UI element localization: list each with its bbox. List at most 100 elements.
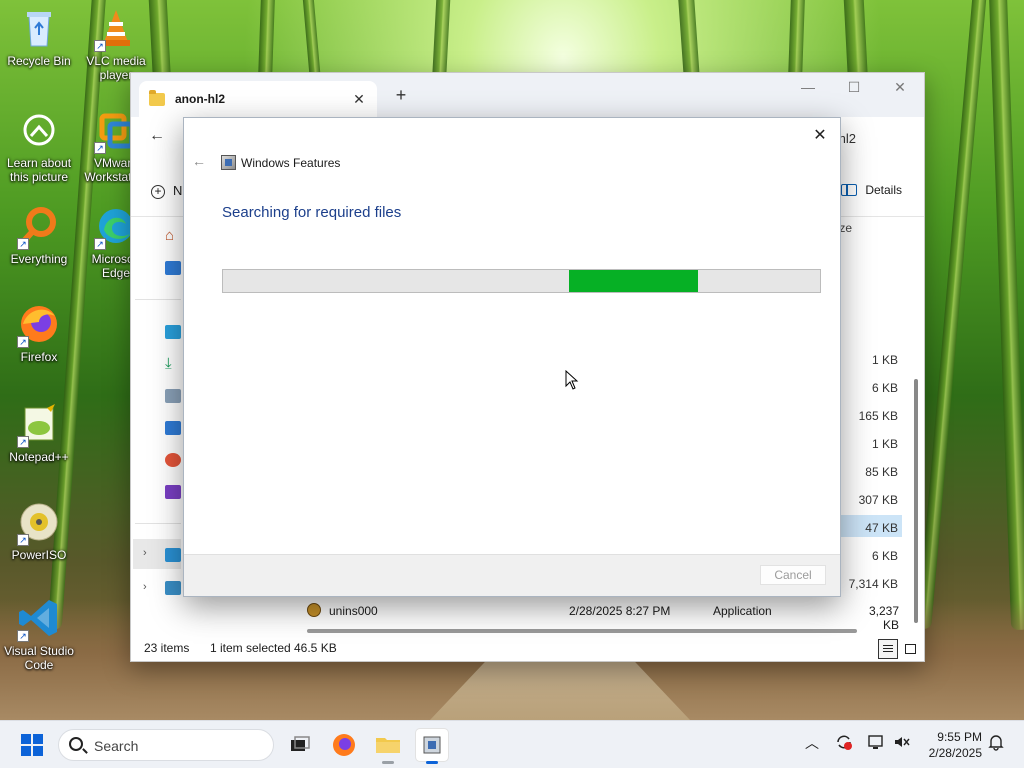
new-button-label: N bbox=[173, 183, 183, 198]
progress-bar bbox=[222, 269, 821, 293]
selection-count: 1 item selected bbox=[210, 641, 291, 655]
vlc-cone-icon: ↗ bbox=[94, 6, 138, 52]
firefox-desktop-icon[interactable]: ↗ Firefox bbox=[1, 302, 77, 364]
shortcut-arrow-icon: ↗ bbox=[94, 238, 106, 250]
desktop-icon-label: Visual Studio Code bbox=[4, 644, 74, 672]
status-bar: 23 items 1 item selected 46.5 KB bbox=[131, 637, 924, 661]
progress-bar-fill bbox=[569, 270, 698, 292]
everything-desktop-icon[interactable]: ↗ Everything bbox=[1, 204, 77, 266]
details-button[interactable]: Details bbox=[841, 183, 902, 197]
clock-time: 9:55 PM bbox=[937, 730, 982, 744]
task-view-button[interactable] bbox=[284, 729, 316, 761]
shortcut-arrow-icon: ↗ bbox=[94, 142, 106, 154]
vscode-desktop-icon[interactable]: ↗ Visual Studio Code bbox=[1, 596, 77, 672]
chevron-right-icon[interactable]: › bbox=[143, 581, 147, 593]
recycle-bin-icon bbox=[17, 6, 61, 50]
desktop-icon-label: PowerISO bbox=[11, 548, 67, 562]
details-label: Details bbox=[865, 183, 902, 197]
tiles-view-button[interactable] bbox=[900, 639, 920, 659]
volume-muted-icon[interactable] bbox=[892, 733, 912, 754]
close-tab-icon[interactable]: ✕ bbox=[347, 91, 371, 108]
new-tab-button[interactable]: + bbox=[389, 85, 413, 106]
size-column-header[interactable]: ze bbox=[839, 221, 852, 235]
show-hidden-icons-chevron-up-icon[interactable]: ︿ bbox=[802, 733, 822, 753]
desktop-icon-label: Everything bbox=[10, 252, 68, 266]
downloads-icon[interactable]: ⤓ bbox=[165, 356, 181, 371]
desktop-icon-label: Learn about this picture bbox=[6, 156, 72, 184]
item-count: 23 items bbox=[144, 641, 190, 655]
back-arrow-icon: ← bbox=[192, 153, 206, 169]
pictures-icon[interactable] bbox=[165, 421, 181, 435]
shortcut-arrow-icon: ↗ bbox=[17, 630, 29, 642]
explorer-tab[interactable]: anon-hl2 ✕ bbox=[139, 81, 377, 117]
folder-icon bbox=[149, 89, 165, 106]
learn-about-picture-icon bbox=[17, 108, 61, 152]
vertical-scrollbar[interactable] bbox=[914, 379, 918, 623]
file-row-unins000[interactable]: unins000 2/28/2025 8:27 PM Application 3… bbox=[307, 601, 907, 632]
active-indicator bbox=[426, 761, 438, 764]
minimize-button[interactable]: — bbox=[788, 79, 828, 103]
file-date: 2/28/2025 8:27 PM bbox=[569, 604, 671, 618]
dialog-heading: Searching for required files bbox=[222, 204, 402, 221]
vscode-icon: ↗ bbox=[17, 596, 61, 642]
plus-circle-icon: + bbox=[151, 185, 165, 199]
chevron-right-icon[interactable]: › bbox=[143, 547, 147, 559]
notepadpp-desktop-icon[interactable]: ↗ Notepad++ bbox=[1, 402, 77, 464]
desktop-icon-label: Recycle Bin bbox=[7, 54, 71, 68]
everything-search-icon: ↗ bbox=[17, 204, 61, 250]
shortcut-arrow-icon: ↗ bbox=[17, 534, 29, 546]
explorer-titlebar[interactable]: anon-hl2 ✕ + — ☐ ✕ bbox=[131, 73, 924, 117]
file-type: Application bbox=[713, 604, 772, 618]
vlc-desktop-icon[interactable]: ↗ VLC media player bbox=[78, 6, 154, 82]
music-icon[interactable] bbox=[165, 453, 181, 467]
details-view-button[interactable] bbox=[878, 639, 898, 659]
address-path[interactable]: hl2 bbox=[839, 131, 856, 146]
update-status-icon[interactable] bbox=[834, 733, 854, 754]
windows-features-dialog[interactable]: ✕ ← Windows Features Searching for requi… bbox=[183, 117, 841, 597]
desktop-folder-icon[interactable] bbox=[165, 325, 181, 339]
new-button[interactable]: + N bbox=[151, 183, 182, 199]
selection-size: 46.5 KB bbox=[294, 641, 337, 655]
search-placeholder: Search bbox=[94, 738, 139, 754]
system-clock[interactable]: 9:55 PM 2/28/2025 bbox=[929, 729, 982, 761]
details-pane-icon bbox=[841, 184, 858, 196]
application-icon bbox=[307, 603, 321, 617]
notepadpp-icon: ↗ bbox=[17, 402, 61, 448]
network-icon[interactable] bbox=[866, 733, 886, 754]
recycle-bin-desktop-icon[interactable]: Recycle Bin bbox=[1, 6, 77, 68]
poweriso-desktop-icon[interactable]: ↗ PowerISO bbox=[1, 500, 77, 562]
maximize-button[interactable]: ☐ bbox=[834, 79, 874, 103]
file-name: unins000 bbox=[329, 604, 378, 618]
windows-features-app-icon bbox=[221, 155, 236, 170]
dialog-title: Windows Features bbox=[241, 156, 341, 170]
close-icon[interactable]: ✕ bbox=[808, 124, 832, 148]
desktop-icon-label: Notepad++ bbox=[9, 450, 69, 464]
desktop-icon-label: Firefox bbox=[20, 350, 58, 364]
back-arrow-icon[interactable]: ← bbox=[149, 127, 165, 145]
learn-about-picture-desktop-icon[interactable]: Learn about this picture bbox=[1, 108, 77, 184]
home-icon[interactable]: ⌂ bbox=[165, 228, 181, 243]
close-window-button[interactable]: ✕ bbox=[880, 79, 920, 103]
this-pc-icon[interactable] bbox=[165, 548, 181, 562]
tab-title: anon-hl2 bbox=[175, 92, 225, 106]
shortcut-arrow-icon: ↗ bbox=[17, 336, 29, 348]
cancel-button[interactable]: Cancel bbox=[760, 565, 826, 585]
file-size: 3,237 KB bbox=[868, 604, 899, 632]
clock-date: 2/28/2025 bbox=[928, 746, 982, 760]
start-button[interactable] bbox=[21, 734, 43, 756]
notifications-bell-icon[interactable] bbox=[986, 733, 1006, 754]
firefox-taskbar-button[interactable] bbox=[328, 729, 360, 761]
file-explorer-taskbar-button[interactable] bbox=[372, 729, 404, 764]
shortcut-arrow-icon: ↗ bbox=[94, 40, 106, 52]
videos-icon[interactable] bbox=[165, 485, 181, 499]
mouse-pointer-icon bbox=[565, 369, 579, 390]
gallery-icon[interactable] bbox=[165, 261, 181, 275]
windows-features-taskbar-button[interactable] bbox=[416, 729, 448, 764]
shortcut-arrow-icon: ↗ bbox=[17, 436, 29, 448]
taskbar-search-box[interactable]: Search bbox=[58, 729, 274, 761]
shortcut-arrow-icon: ↗ bbox=[17, 238, 29, 250]
horizontal-scrollbar[interactable] bbox=[307, 629, 857, 633]
network-icon[interactable] bbox=[165, 581, 181, 595]
navigation-pane: ⌂ ⤓ › › bbox=[131, 217, 181, 637]
documents-icon[interactable] bbox=[165, 389, 181, 403]
